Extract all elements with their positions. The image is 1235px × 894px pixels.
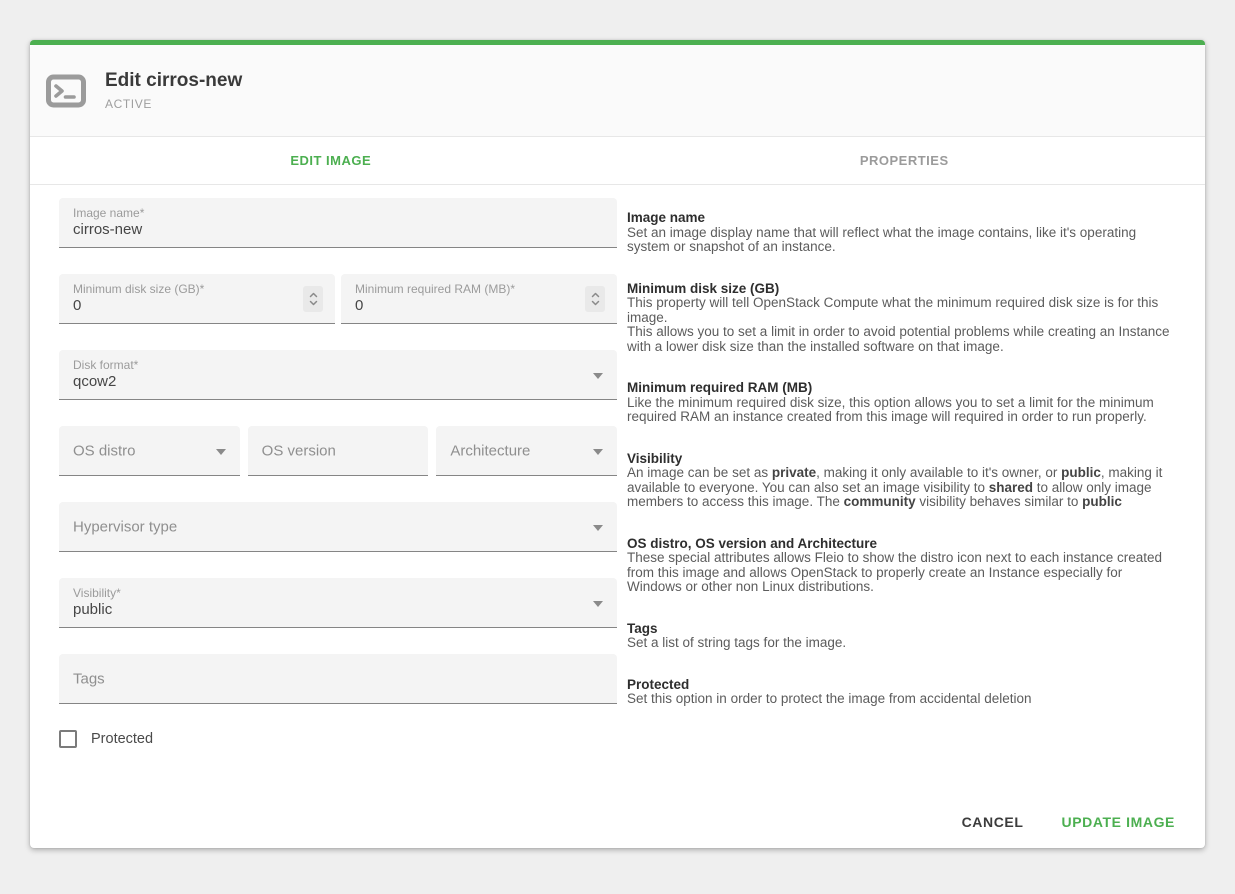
disk-format-value: qcow2 (73, 373, 116, 390)
dialog-actions: CANCEL UPDATE IMAGE (954, 804, 1183, 840)
disk-format-select[interactable]: Disk format* qcow2 (59, 350, 617, 400)
help-section: OS distro, OS version and ArchitectureTh… (627, 537, 1175, 595)
help-section: Minimum required RAM (MB)Like the minimu… (627, 381, 1175, 425)
chevron-down-icon (216, 449, 226, 455)
protected-checkbox[interactable] (59, 730, 77, 748)
help-section-paragraph: This allows you to set a limit in order … (627, 325, 1175, 354)
status-badge: ACTIVE (105, 97, 242, 111)
os-distro-label: OS distro (73, 442, 136, 459)
page-title: Edit cirros-new (105, 70, 242, 92)
help-section-title: Visibility (627, 452, 1175, 467)
dialog-header: Edit cirros-new ACTIVE (30, 45, 1205, 137)
help-section: VisibilityAn image can be set as private… (627, 452, 1175, 510)
visibility-label: Visibility* (73, 586, 121, 600)
stepper-arrows-icon (590, 291, 601, 307)
help-section-paragraph: This property will tell OpenStack Comput… (627, 296, 1175, 325)
tags-input[interactable]: Tags (59, 654, 617, 704)
dialog-content: Image name* cirros-new Minimum disk size… (30, 185, 1205, 748)
chevron-down-icon (593, 449, 603, 455)
stepper-arrows-icon (308, 291, 319, 307)
help-section-paragraph: Like the minimum required disk size, thi… (627, 396, 1175, 425)
disk-format-label: Disk format* (73, 358, 138, 372)
protected-row: Protected (59, 730, 617, 748)
chevron-down-icon (593, 601, 603, 607)
image-name-label: Image name* (73, 206, 144, 220)
cancel-button[interactable]: CANCEL (954, 804, 1032, 840)
update-image-button[interactable]: UPDATE IMAGE (1054, 804, 1184, 840)
visibility-value: public (73, 601, 112, 618)
architecture-label: Architecture (450, 442, 530, 459)
chevron-down-icon (593, 373, 603, 379)
image-name-value: cirros-new (73, 221, 142, 238)
help-column: Image nameSet an image display name that… (627, 198, 1175, 748)
min-ram-label: Minimum required RAM (MB)* (355, 282, 515, 296)
help-section-paragraph: Set a list of string tags for the image. (627, 636, 1175, 651)
terminal-icon (45, 70, 87, 112)
form-column: Image name* cirros-new Minimum disk size… (59, 198, 617, 748)
os-version-input[interactable]: OS version (248, 426, 429, 476)
min-disk-stepper[interactable] (303, 286, 323, 312)
tab-edit-image[interactable]: EDIT IMAGE (44, 137, 618, 184)
help-section-title: Image name (627, 211, 1175, 226)
help-section: Image nameSet an image display name that… (627, 211, 1175, 255)
help-section-title: Protected (627, 678, 1175, 693)
help-section-title: Tags (627, 622, 1175, 637)
tab-bar: EDIT IMAGE PROPERTIES (30, 137, 1205, 185)
visibility-select[interactable]: Visibility* public (59, 578, 617, 628)
help-section: TagsSet a list of string tags for the im… (627, 622, 1175, 651)
edit-image-dialog: Edit cirros-new ACTIVE EDIT IMAGE PROPER… (30, 40, 1205, 848)
min-ram-value: 0 (355, 297, 363, 314)
min-ram-stepper[interactable] (585, 286, 605, 312)
protected-label: Protected (91, 731, 153, 747)
help-section-title: Minimum required RAM (MB) (627, 381, 1175, 396)
help-section-paragraph: These special attributes allows Fleio to… (627, 551, 1175, 595)
help-section: ProtectedSet this option in order to pro… (627, 678, 1175, 707)
os-distro-select[interactable]: OS distro (59, 426, 240, 476)
hypervisor-type-label: Hypervisor type (73, 518, 177, 535)
help-section-paragraph: An image can be set as private, making i… (627, 466, 1175, 510)
min-disk-value: 0 (73, 297, 81, 314)
help-section-paragraph: Set this option in order to protect the … (627, 692, 1175, 707)
tab-properties[interactable]: PROPERTIES (618, 137, 1192, 184)
hypervisor-type-select[interactable]: Hypervisor type (59, 502, 617, 552)
help-section-title: OS distro, OS version and Architecture (627, 537, 1175, 552)
image-name-field[interactable]: Image name* cirros-new (59, 198, 617, 248)
min-disk-field[interactable]: Minimum disk size (GB)* 0 (59, 274, 335, 324)
os-version-label: OS version (262, 442, 336, 459)
help-section-paragraph: Set an image display name that will refl… (627, 226, 1175, 255)
architecture-select[interactable]: Architecture (436, 426, 617, 476)
help-section-title: Minimum disk size (GB) (627, 282, 1175, 297)
min-disk-label: Minimum disk size (GB)* (73, 282, 204, 296)
tags-placeholder: Tags (73, 670, 105, 687)
chevron-down-icon (593, 525, 603, 531)
help-section: Minimum disk size (GB)This property will… (627, 282, 1175, 355)
min-ram-field[interactable]: Minimum required RAM (MB)* 0 (341, 274, 617, 324)
